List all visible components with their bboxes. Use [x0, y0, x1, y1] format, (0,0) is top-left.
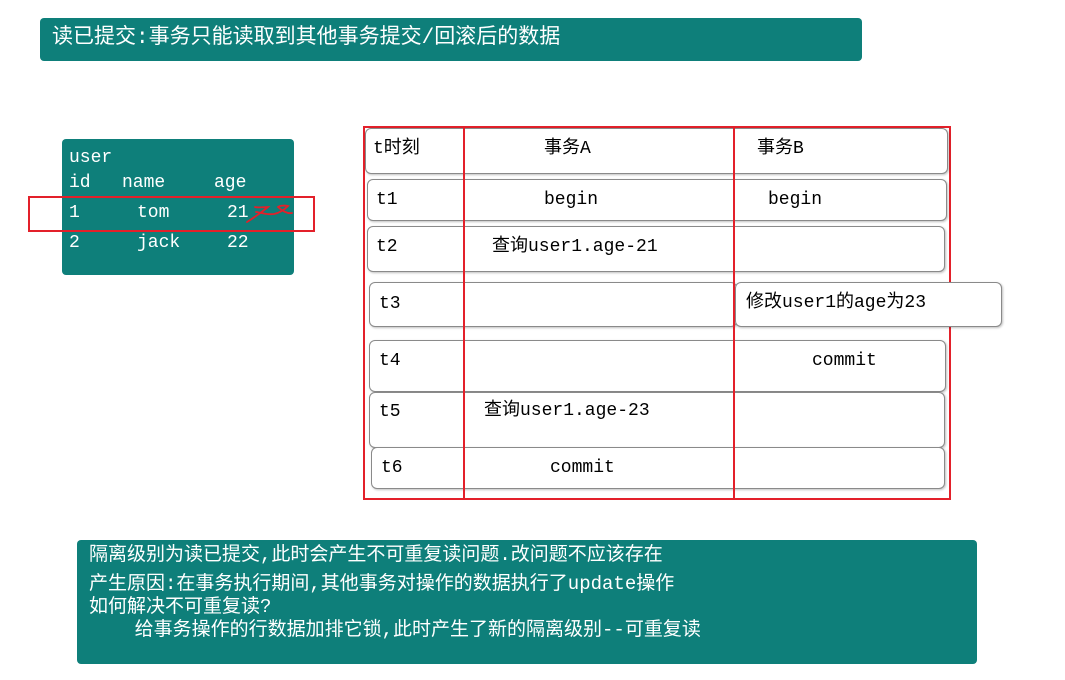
- time-t1: t1: [376, 190, 398, 210]
- time-t2: t2: [376, 237, 398, 257]
- header-time: t时刻: [373, 139, 420, 159]
- time-t6: t6: [381, 458, 403, 478]
- time-t3: t3: [379, 294, 401, 314]
- t1-a: begin: [544, 190, 599, 210]
- time-t5: t5: [379, 402, 401, 422]
- t4-b: commit: [812, 351, 877, 371]
- note-line-2: 产生原因:在事务执行期间,其他事务对操作的数据执行了update操作: [89, 573, 675, 595]
- t6-a: commit: [550, 458, 615, 478]
- header-transaction-a: 事务A: [544, 139, 591, 159]
- time-t4: t4: [379, 351, 401, 371]
- timeline-row-t5: [369, 392, 945, 448]
- t1-b: begin: [768, 190, 823, 210]
- note-line-4: 给事务操作的行数据加排它锁,此时产生了新的隔离级别--可重复读: [89, 619, 701, 641]
- note-line-1: 隔离级别为读已提交,此时会产生不可重复读问题.改问题不应该存在: [89, 544, 663, 566]
- timeline-row-t6: [371, 447, 945, 489]
- timeline-row-t3-left: [369, 282, 737, 327]
- header-transaction-b: 事务B: [757, 139, 804, 159]
- explanation-box: 隔离级别为读已提交,此时会产生不可重复读问题.改问题不应该存在 产生原因:在事务…: [77, 540, 977, 664]
- column-divider-a: [463, 127, 465, 499]
- header-row: [365, 128, 948, 174]
- note-line-3: 如何解决不可重复读?: [89, 596, 272, 618]
- t5-a: 查询user1.age-23: [484, 401, 650, 421]
- timeline-row-t1: [367, 179, 947, 221]
- column-divider-b: [733, 127, 735, 499]
- t3-b: 修改user1的age为23: [746, 293, 927, 313]
- t2-a: 查询user1.age-21: [492, 237, 658, 257]
